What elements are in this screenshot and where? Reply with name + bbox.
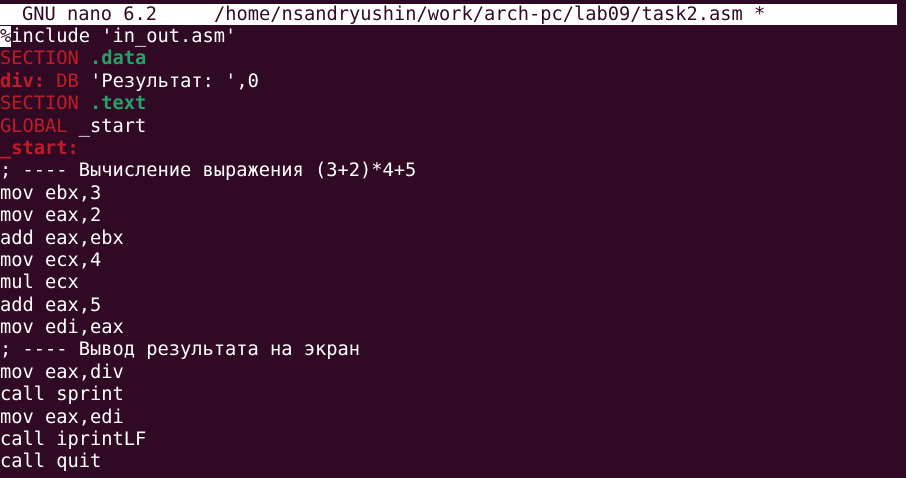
directive-keyword: DB [56,70,79,92]
line-text: include 'in_out.asm' [11,26,237,47]
nano-version: GNU nano 6.2 [22,4,158,25]
code-line[interactable]: div: DB 'Результат: ',0 [0,71,906,93]
code-line[interactable]: mul ecx [0,272,906,294]
code-line[interactable]: add eax,ebx [0,228,906,250]
section-keyword: SECTION [0,48,79,70]
section-keyword: SECTION [0,93,79,115]
code-line[interactable]: mov ecx,4 [0,250,906,272]
code-line[interactable]: ; ---- Вычисление выражения (3+2)*4+5 [0,160,906,182]
code-line[interactable]: mov eax,edi [0,407,906,429]
line-text: 'Результат: ',0 [90,70,259,92]
code-line[interactable]: mov ebx,3 [0,183,906,205]
code-line[interactable]: %include 'in_out.asm' [0,26,906,48]
code-line[interactable]: call quit [0,451,906,473]
code-line[interactable]: SECTION .data [0,48,906,70]
code-line[interactable]: GLOBAL _start [0,116,906,138]
text-cursor: % [0,26,12,47]
global-keyword: GLOBAL [0,115,68,137]
code-line[interactable]: _start: [0,138,906,160]
label: _start: [0,137,79,159]
code-line[interactable]: ; ---- Вывод результата на экран [0,339,906,361]
editor-text-area[interactable]: %include 'in_out.asm' SECTION .data div:… [0,26,906,474]
code-line[interactable]: call iprintLF [0,429,906,451]
code-line[interactable]: mov eax,2 [0,205,906,227]
file-path: /home/nsandryushin/work/arch-pc/lab09/ta… [214,4,766,25]
code-line[interactable]: SECTION .text [0,93,906,115]
section-name: .data [90,48,147,70]
code-line[interactable]: add eax,5 [0,295,906,317]
section-name: .text [90,93,147,115]
label: div: [0,70,46,92]
nano-title-bar: GNU nano 6.2 /home/nsandryushin/work/arc… [0,4,897,25]
code-line[interactable]: call sprint [0,384,906,406]
code-line[interactable]: mov eax,div [0,362,906,384]
code-line[interactable]: mov edi,eax [0,317,906,339]
line-text: _start [78,115,147,137]
